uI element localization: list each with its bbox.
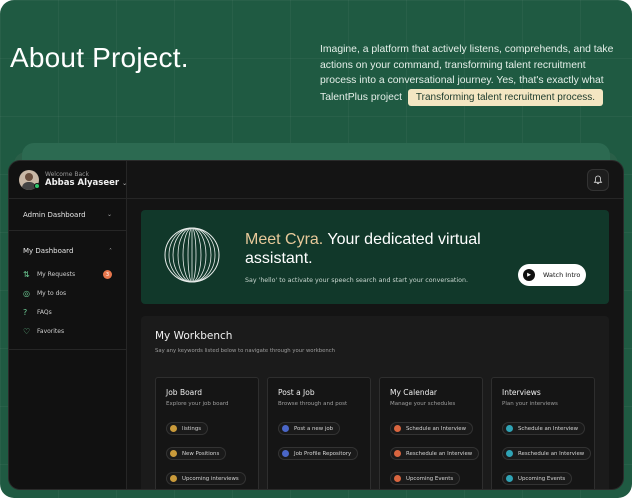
user-name-text: Abbas Alyaseer	[45, 178, 120, 188]
chip-schedule-interview[interactable]: Schedule an Interview	[502, 422, 585, 435]
heart-icon: ♡	[23, 327, 31, 336]
chip-label: Upcoming interviews	[182, 475, 239, 482]
workbench-panel: My Workbench Say any keywords listed bel…	[141, 316, 609, 489]
card-title: My Calendar	[390, 388, 438, 397]
chip-label: Job Profile Repository	[294, 450, 352, 457]
mic-icon	[282, 450, 289, 457]
chip-upcoming-events[interactable]: Upcoming Events	[390, 472, 461, 485]
mic-icon	[506, 475, 513, 482]
watch-intro-label: Watch Intro	[543, 271, 581, 279]
chip-label: Reschedule an Interview	[406, 450, 473, 457]
chip-label: listings	[182, 425, 202, 432]
card-my-calendar[interactable]: My Calendar Manage your schedules Schedu…	[379, 377, 483, 489]
chip-label: Post a new job	[294, 425, 334, 432]
card-subtitle: Plan your interviews	[502, 401, 558, 407]
card-title: Post a Job	[278, 388, 315, 397]
sidebar: Welcome Back Abbas Alyaseer ⌄ Admin Dashb…	[9, 161, 127, 489]
mic-icon	[394, 450, 401, 457]
chip-schedule-interview[interactable]: Schedule an Interview	[390, 422, 473, 435]
sidebar-divider	[9, 349, 126, 350]
banner-highlight: Meet Cyra.	[245, 231, 324, 248]
chip-post-new-job[interactable]: Post a new job	[278, 422, 341, 435]
chip-reschedule-interview[interactable]: Reschedule an Interview	[390, 447, 480, 460]
card-subtitle: Manage your schedules	[390, 401, 456, 407]
sidebar-item-my-to-dos[interactable]: ◎ My to dos	[9, 284, 126, 303]
chevron-down-icon: ⌄	[106, 211, 112, 218]
app-window: Welcome Back Abbas Alyaseer ⌄ Admin Dashb…	[8, 160, 624, 490]
card-title: Job Board	[166, 388, 202, 397]
user-menu[interactable]: Welcome Back Abbas Alyaseer ⌄	[9, 161, 127, 199]
todo-icon: ◎	[23, 289, 30, 298]
sidebar-section-admin-label: Admin Dashboard	[23, 210, 86, 219]
chip-label: Upcoming Events	[406, 475, 454, 482]
notification-badge: 3	[103, 270, 112, 279]
workbench-subtitle: Say any keywords listed below to navigat…	[155, 348, 336, 354]
chip-listings[interactable]: listings	[166, 422, 209, 435]
mic-icon	[282, 425, 289, 432]
requests-icon: ⇅	[23, 270, 30, 279]
globe-icon	[164, 227, 220, 283]
sidebar-item-my-requests[interactable]: ⇅ My Requests 3	[9, 265, 126, 284]
sidebar-item-label: My Requests	[37, 271, 76, 278]
sidebar-item-label: My to dos	[37, 290, 67, 297]
mic-icon	[170, 450, 177, 457]
card-job-board[interactable]: Job Board Explore your job board listing…	[155, 377, 259, 489]
hero-description: Imagine, a platform that actively listen…	[320, 42, 620, 107]
banner-heading: Meet Cyra. Your dedicated virtual assist…	[245, 230, 485, 268]
chevron-up-icon: ˄	[109, 247, 112, 255]
sidebar-section-dashboard-label: My Dashboard	[23, 247, 74, 255]
bell-glyph	[593, 175, 603, 185]
mic-icon	[170, 425, 177, 432]
mic-icon	[506, 450, 513, 457]
mic-icon	[394, 425, 401, 432]
chip-label: Reschedule an Interview	[518, 450, 585, 457]
sidebar-item-faqs[interactable]: ? FAQs	[9, 303, 126, 322]
top-bar	[127, 161, 623, 199]
chip-label: Upcoming Events	[518, 475, 566, 482]
mic-icon	[506, 425, 513, 432]
user-name: Abbas Alyaseer ⌄	[45, 178, 127, 188]
sidebar-item-favorites[interactable]: ♡ Favorites	[9, 322, 126, 341]
card-post-a-job[interactable]: Post a Job Browse through and post Post …	[267, 377, 371, 489]
card-title: Interviews	[502, 388, 541, 397]
card-interviews[interactable]: Interviews Plan your interviews Schedule…	[491, 377, 595, 489]
chip-label: Schedule an Interview	[406, 425, 466, 432]
help-icon: ?	[23, 308, 28, 317]
sidebar-section-admin[interactable]: Admin Dashboard ⌄	[9, 199, 126, 231]
card-subtitle: Explore your job board	[166, 401, 229, 407]
hero-pill: Transforming talent recruitment process.	[407, 88, 604, 107]
hero-section: About Project. Imagine, a platform that …	[0, 0, 632, 498]
hero-title: About Project.	[10, 42, 189, 73]
chip-label: New Positions	[182, 450, 220, 457]
chip-new-positions[interactable]: New Positions	[166, 447, 227, 460]
online-status-icon	[34, 183, 40, 189]
sidebar-item-label: Favorites	[37, 328, 65, 335]
bell-icon[interactable]	[587, 169, 609, 191]
chip-upcoming-events[interactable]: Upcoming Events	[502, 472, 573, 485]
sidebar-section-my-dashboard[interactable]: My Dashboard ˄	[9, 237, 126, 265]
sidebar-item-label: FAQs	[37, 309, 52, 316]
chip-reschedule-interview[interactable]: Reschedule an Interview	[502, 447, 592, 460]
chip-label: Schedule an Interview	[518, 425, 578, 432]
welcome-text: Welcome Back	[45, 171, 89, 178]
chip-upcoming-interviews[interactable]: Upcoming interviews	[166, 472, 246, 485]
mic-icon	[170, 475, 177, 482]
play-icon: ▶	[523, 269, 535, 281]
mic-icon	[394, 475, 401, 482]
card-subtitle: Browse through and post	[278, 401, 348, 407]
assistant-banner: Meet Cyra. Your dedicated virtual assist…	[141, 210, 609, 304]
banner-subtext: Say 'hello' to activate your speech sear…	[245, 277, 468, 284]
workbench-title: My Workbench	[155, 330, 233, 342]
chip-job-profile-repository[interactable]: Job Profile Repository	[278, 447, 359, 460]
watch-intro-button[interactable]: ▶ Watch Intro	[518, 264, 586, 286]
